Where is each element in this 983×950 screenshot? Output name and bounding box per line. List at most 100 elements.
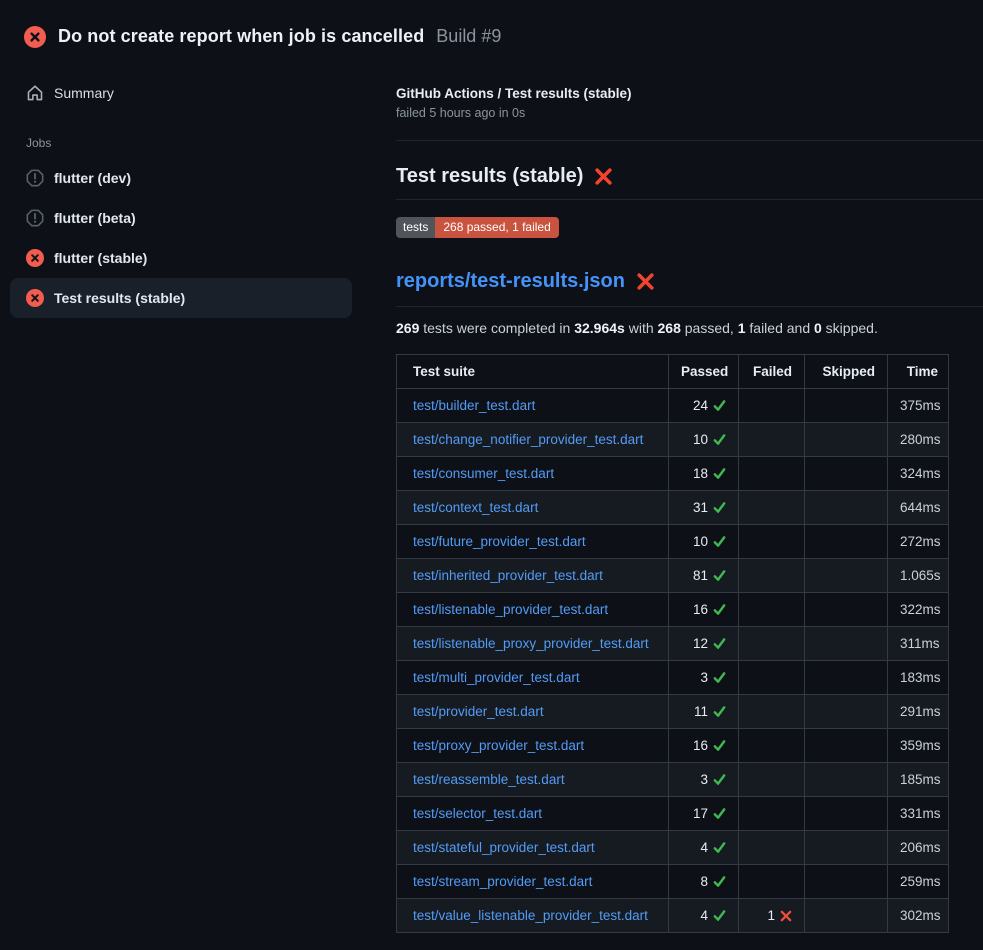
sidebar-job-item[interactable]: flutter (dev) [10,158,352,198]
passed-count: 10 [693,534,708,549]
table-row: test/builder_test.dart 24 375ms [397,389,949,423]
suite-link[interactable]: test/listenable_proxy_provider_test.dart [413,636,649,651]
red-x-icon [636,272,655,291]
suite-link[interactable]: test/reassemble_test.dart [413,772,565,787]
table-row: test/stream_provider_test.dart 8 259ms [397,865,949,899]
badge-value: 268 passed, 1 failed [435,217,558,238]
jobs-list: flutter (dev) flutter (beta) flutter (st… [0,158,370,318]
time-cell: 311ms [888,627,949,661]
suite-link[interactable]: test/stream_provider_test.dart [413,874,592,889]
passed-count: 17 [693,806,708,821]
passed-cell: 81 [669,559,739,593]
check-icon [713,875,726,888]
column-header: Skipped [805,355,888,389]
suite-link[interactable]: test/context_test.dart [413,500,538,515]
failed-cell [739,423,805,457]
passed-cell: 18 [669,457,739,491]
suite-link[interactable]: test/value_listenable_provider_test.dart [413,908,648,923]
table-row: test/stateful_provider_test.dart 4 206ms [397,831,949,865]
failed-cell [739,593,805,627]
suite-cell: test/builder_test.dart [397,389,669,423]
suite-cell: test/reassemble_test.dart [397,763,669,797]
table-row: test/consumer_test.dart 18 324ms [397,457,949,491]
table-row: test/provider_test.dart 11 291ms [397,695,949,729]
passed-cell: 4 [669,899,739,933]
check-icon [713,569,726,582]
summary-number: 268 [658,320,681,336]
summary-number: 1 [738,320,746,336]
table-row: test/change_notifier_provider_test.dart … [397,423,949,457]
check-icon [713,637,726,650]
time-cell: 291ms [888,695,949,729]
passed-count: 16 [693,738,708,753]
column-header: Passed [669,355,739,389]
suite-link[interactable]: test/selector_test.dart [413,806,542,821]
suite-link[interactable]: test/inherited_provider_test.dart [413,568,603,583]
skipped-cell [805,559,888,593]
summary-number: 32.964s [574,320,625,336]
suite-link[interactable]: test/consumer_test.dart [413,466,554,481]
passed-cell: 16 [669,729,739,763]
passed-count: 81 [693,568,708,583]
sidebar-job-item[interactable]: flutter (beta) [10,198,352,238]
section-title: Test results (stable) [396,165,583,188]
passed-count: 24 [693,398,708,413]
time-cell: 375ms [888,389,949,423]
suite-cell: test/consumer_test.dart [397,457,669,491]
time-cell: 259ms [888,865,949,899]
passed-cell: 3 [669,763,739,797]
run-title: Do not create report when job is cancell… [58,26,424,47]
suite-cell: test/stream_provider_test.dart [397,865,669,899]
suite-link[interactable]: test/change_notifier_provider_test.dart [413,432,643,447]
sidebar-job-item[interactable]: flutter (stable) [10,238,352,278]
suite-link[interactable]: test/stateful_provider_test.dart [413,840,595,855]
suite-link[interactable]: test/provider_test.dart [413,704,544,719]
table-row: test/inherited_provider_test.dart 81 1.0… [397,559,949,593]
skipped-cell [805,797,888,831]
suite-cell: test/value_listenable_provider_test.dart [397,899,669,933]
suite-link[interactable]: test/listenable_provider_test.dart [413,602,608,617]
suite-link[interactable]: test/proxy_provider_test.dart [413,738,584,753]
stop-octagon-icon [26,209,44,227]
passed-cell: 11 [669,695,739,729]
failed-cell [739,797,805,831]
passed-cell: 12 [669,627,739,661]
suite-link[interactable]: test/multi_provider_test.dart [413,670,580,685]
skipped-cell [805,389,888,423]
time-cell: 302ms [888,899,949,933]
suite-link[interactable]: test/future_provider_test.dart [413,534,586,549]
passed-cell: 17 [669,797,739,831]
failed-cell [739,627,805,661]
suite-cell: test/listenable_proxy_provider_test.dart [397,627,669,661]
passed-count: 3 [700,670,708,685]
failed-cell [739,389,805,423]
suite-cell: test/stateful_provider_test.dart [397,831,669,865]
passed-cell: 3 [669,661,739,695]
skipped-cell [805,593,888,627]
failed-circle-x-icon [24,26,46,48]
table-row: test/selector_test.dart 17 331ms [397,797,949,831]
main-content: GitHub Actions / Test results (stable) f… [370,56,983,933]
sidebar-item-summary[interactable]: Summary [0,74,370,112]
time-cell: 280ms [888,423,949,457]
time-cell: 183ms [888,661,949,695]
check-icon [713,399,726,412]
suite-cell: test/multi_provider_test.dart [397,661,669,695]
summary-text: with [625,320,658,336]
passed-count: 12 [693,636,708,651]
passed-cell: 10 [669,525,739,559]
column-header: Failed [739,355,805,389]
time-cell: 206ms [888,831,949,865]
suite-link[interactable]: test/builder_test.dart [413,398,535,413]
report-file-link[interactable]: reports/test-results.json [396,270,625,293]
tests-status-badge: tests 268 passed, 1 failed [396,217,559,238]
time-cell: 185ms [888,763,949,797]
column-header: Test suite [397,355,669,389]
table-header-row: Test suitePassedFailedSkippedTime [397,355,949,389]
table-row: test/future_provider_test.dart 10 272ms [397,525,949,559]
passed-cell: 4 [669,831,739,865]
section-heading: Test results (stable) [396,165,983,200]
sidebar-job-item[interactable]: Test results (stable) [10,278,352,318]
check-icon [713,467,726,480]
check-icon [713,705,726,718]
